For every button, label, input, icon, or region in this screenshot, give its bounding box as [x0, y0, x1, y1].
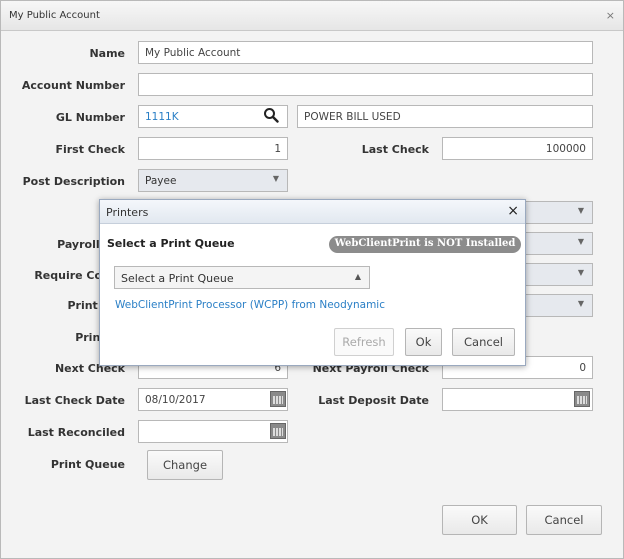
ok-button[interactable]: OK [442, 505, 517, 535]
print-queue-label: Print Queue [50, 458, 125, 471]
account-number-field[interactable] [138, 73, 593, 96]
gl-number-label: GL Number [55, 111, 125, 124]
printers-dialog-header: Printers × [100, 200, 525, 224]
change-button[interactable]: Change [147, 450, 223, 480]
last-reconciled-label: Last Reconciled [27, 426, 125, 439]
account-window: My Public Account × Name My Public Accou… [0, 0, 624, 559]
chevron-down-icon: ▼ [577, 237, 584, 246]
window-title: My Public Account [9, 10, 100, 21]
calendar-icon[interactable] [270, 391, 286, 407]
dialog-ok-button[interactable]: Ok [405, 328, 442, 356]
print-queue-heading: Select a Print Queue [107, 237, 235, 250]
calendar-icon[interactable] [574, 391, 590, 407]
last-check-date-label: Last Check Date [24, 394, 125, 407]
last-check-label: Last Check [361, 143, 429, 156]
account-number-label: Account Number [21, 79, 125, 92]
post-description-value: Payee [145, 175, 177, 187]
chevron-down-icon: ▼ [577, 299, 584, 308]
window-titlebar: My Public Account × [1, 1, 623, 31]
window-close-icon[interactable]: × [606, 9, 615, 22]
chevron-down-icon: ▼ [577, 206, 584, 215]
first-check-field[interactable]: 1 [138, 137, 288, 160]
chevron-down-icon: ▼ [577, 268, 584, 277]
calendar-icon[interactable] [270, 423, 286, 439]
last-check-field[interactable]: 100000 [442, 137, 593, 160]
refresh-button[interactable]: Refresh [334, 328, 394, 356]
status-badge: WebClientPrint is NOT Installed [329, 236, 521, 253]
print-queue-placeholder: Select a Print Queue [121, 272, 234, 285]
wcpp-link[interactable]: WebClientPrint Processor (WCPP) from Neo… [115, 299, 385, 311]
dialog-cancel-button[interactable]: Cancel [452, 328, 515, 356]
last-deposit-date-label: Last Deposit Date [318, 394, 429, 407]
name-label: Name [89, 47, 125, 60]
last-check-date-field[interactable]: 08/10/2017 [138, 388, 288, 411]
gl-description-field[interactable]: POWER BILL USED [297, 105, 593, 128]
printers-dialog: Printers × Select a Print Queue WebClien… [99, 199, 526, 366]
name-field[interactable]: My Public Account [138, 41, 593, 64]
chevron-down-icon: ▼ [272, 174, 279, 183]
close-icon[interactable]: × [507, 203, 519, 219]
search-icon[interactable] [263, 107, 279, 123]
print-queue-select[interactable]: Select a Print Queue ▲ [114, 266, 370, 289]
post-description-select[interactable]: Payee ▼ [138, 169, 288, 192]
cancel-button[interactable]: Cancel [526, 505, 602, 535]
first-check-label: First Check [55, 143, 125, 156]
chevron-up-icon: ▲ [354, 272, 361, 281]
printers-dialog-title: Printers [106, 206, 149, 219]
post-description-label: Post Description [22, 175, 125, 188]
last-reconciled-field[interactable] [138, 420, 288, 443]
last-deposit-date-field[interactable] [442, 388, 593, 411]
